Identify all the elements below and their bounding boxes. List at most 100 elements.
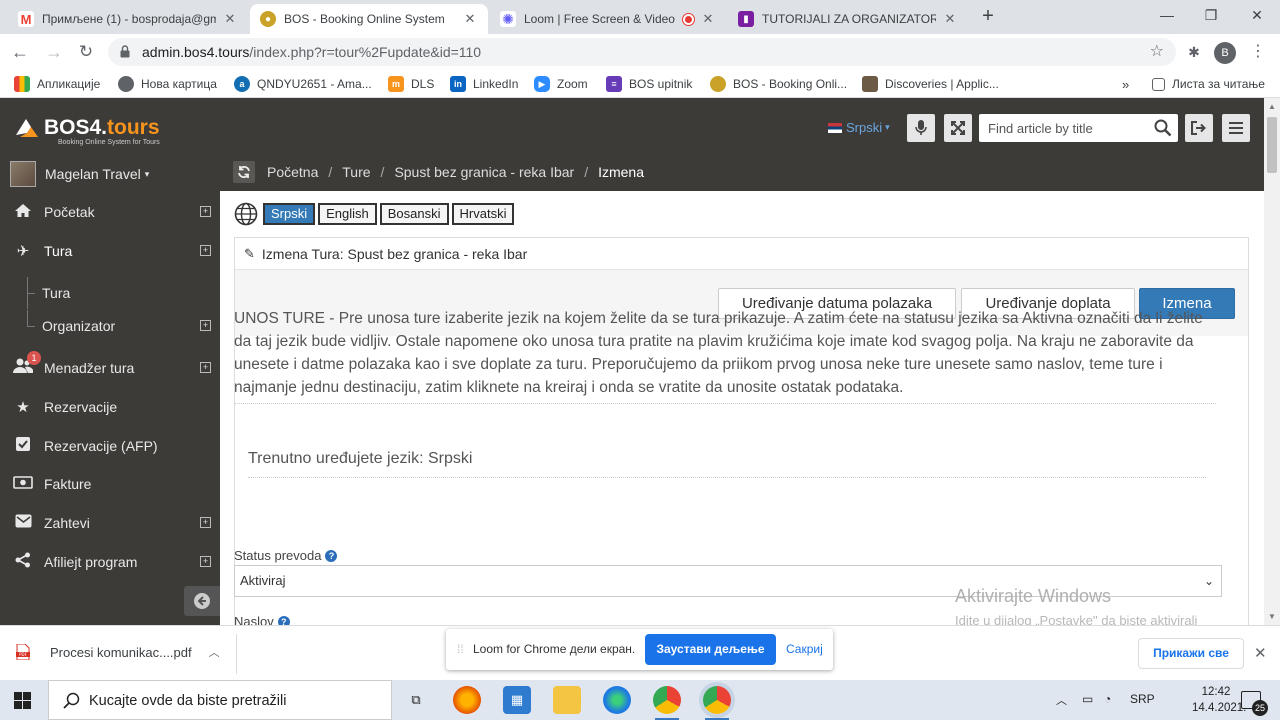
keyboard-language[interactable]: SRP (1130, 692, 1155, 706)
file-explorer-icon[interactable] (553, 686, 581, 714)
tray-chevron-up-icon[interactable]: ︿ (1056, 692, 1067, 708)
lang-button-hrvatski[interactable]: Hrvatski (451, 203, 515, 225)
expand-plus-icon[interactable]: + (200, 556, 211, 567)
restore-button[interactable]: ❐ (1188, 4, 1234, 28)
browser-tab-gmail[interactable]: M Примљене (1) - bosprodaja@gm ✕ (8, 4, 248, 34)
address-bar[interactable]: admin.bos4.tours/index.php?r=tour%2Fupda… (108, 38, 1176, 66)
sidebar-item-rezervacije-afp[interactable]: Rezervacije (AFP) (0, 427, 220, 465)
microphone-button[interactable] (907, 114, 935, 142)
search-icon[interactable] (1154, 119, 1172, 137)
logout-button[interactable] (1185, 114, 1213, 142)
wifi-icon[interactable]: ◔ (1104, 692, 1111, 706)
new-tab-button[interactable]: + (976, 5, 1000, 29)
bookmark-linkedin[interactable]: in LinkedIn (450, 75, 518, 93)
firefox-icon[interactable] (453, 686, 481, 714)
expand-plus-icon[interactable]: + (200, 206, 211, 217)
bookmark-dls[interactable]: m DLS (388, 75, 434, 93)
refresh-button[interactable] (233, 161, 255, 183)
sidebar-collapse-button[interactable] (184, 586, 220, 616)
hamburger-menu-button[interactable] (1222, 114, 1250, 142)
bookmark-discoveries[interactable]: Discoveries | Applic... (862, 75, 999, 93)
browser-tab-loom[interactable]: ✺ Loom | Free Screen & Video ✕ (490, 4, 726, 34)
bookmark-zoom[interactable]: ▶ Zoom (534, 75, 588, 93)
page-scrollbar[interactable]: ▲ ▼ (1264, 98, 1280, 625)
bookmark-bos-upitnik[interactable]: ≡ BOS upitnik (606, 75, 692, 93)
help-question-icon[interactable]: ? (325, 549, 338, 562)
bos-logo[interactable]: BOS4.tours Booking Online System for Tou… (14, 115, 160, 146)
network-icon[interactable]: ▭ (1082, 692, 1093, 706)
sidebar-item-afiliejt-program[interactable]: Afiliejt program + (0, 543, 220, 581)
forward-icon[interactable]: → (42, 40, 66, 64)
download-item[interactable]: PDF Procesi komunikac....pdf ︿ (16, 644, 220, 660)
edge-icon[interactable] (603, 686, 631, 714)
show-all-downloads-button[interactable]: Прикажи све (1138, 638, 1244, 669)
sidebar-item-zahtevi[interactable]: Zahtevi + (0, 504, 220, 542)
user-menu[interactable]: Magelan Travel ▾ (10, 161, 149, 187)
bookmark-amazon[interactable]: a QNDYU2651 - Ama... (234, 75, 372, 93)
edit-pencil-icon: ✎ (244, 245, 255, 261)
article-search[interactable] (979, 114, 1178, 142)
refresh-icon (238, 166, 250, 178)
close-tab-icon[interactable]: ✕ (700, 11, 716, 27)
taskbar-search[interactable]: Kucajte ovde da biste pretražili (48, 680, 392, 720)
bookmark-star-icon[interactable]: ☆ (1150, 41, 1164, 61)
bookmarks-overflow[interactable]: » (1122, 75, 1129, 93)
article-search-input[interactable] (979, 114, 1149, 142)
bookmark-new-tab[interactable]: Нова картица (118, 75, 217, 93)
sidebar-item-pocetak[interactable]: Početak + (0, 193, 220, 231)
chevron-up-icon[interactable]: ︿ (209, 644, 220, 660)
info-text: UNOS TURE - Pre unosa ture izaberite jez… (234, 310, 1203, 396)
expand-plus-icon[interactable]: + (200, 320, 211, 331)
help-question-icon[interactable]: ? (277, 615, 290, 625)
lang-button-english[interactable]: English (318, 203, 377, 225)
breadcrumb-ture[interactable]: Ture (342, 164, 370, 180)
hide-link[interactable]: Сакриј (786, 642, 823, 656)
back-icon[interactable]: ← (8, 40, 32, 64)
envelope-icon (13, 514, 33, 532)
bookmark-apps[interactable]: Апликације (14, 75, 100, 93)
close-tab-icon[interactable]: ✕ (942, 11, 958, 27)
sidebar-item-rezervacije[interactable]: ★ Rezervacije (0, 388, 220, 426)
expand-plus-icon[interactable]: + (200, 245, 211, 256)
reload-icon[interactable]: ↻ (74, 40, 98, 64)
sidebar-subitem-tura[interactable]: Tura (0, 277, 220, 309)
chrome-menu-icon[interactable]: ⋮ (1248, 42, 1268, 62)
breadcrumb-tour[interactable]: Spust bez granica - reka Ibar (394, 164, 574, 180)
fullscreen-button[interactable] (944, 114, 972, 142)
minimize-button[interactable]: — (1144, 4, 1190, 28)
lang-button-bosanski[interactable]: Bosanski (379, 203, 449, 225)
expand-plus-icon[interactable]: + (200, 362, 211, 373)
browser-tab-bos[interactable]: ● BOS - Booking Online System ✕ (250, 4, 488, 34)
sidebar-item-menadzer-tura[interactable]: 1 Menadžer tura + (0, 349, 220, 387)
close-tab-icon[interactable]: ✕ (462, 11, 478, 27)
scroll-down-arrow-icon[interactable]: ▼ (1268, 612, 1276, 621)
notification-center-icon[interactable]: 25 (1241, 691, 1268, 716)
language-dropdown[interactable]: Srpski ▾ (828, 120, 890, 135)
close-window-button[interactable]: ✕ (1234, 4, 1280, 28)
windows-start-icon[interactable] (14, 692, 31, 709)
breadcrumb-pocetna[interactable]: Početna (267, 164, 318, 180)
microphone-icon (915, 120, 927, 135)
expand-plus-icon[interactable]: + (200, 517, 211, 528)
chrome-icon-active[interactable] (703, 686, 731, 720)
task-view-icon[interactable]: ⧉ (402, 686, 430, 714)
scroll-up-arrow-icon[interactable]: ▲ (1268, 102, 1276, 111)
reading-list[interactable]: Листа за читање (1152, 75, 1265, 93)
profile-avatar[interactable]: B (1214, 42, 1236, 64)
stop-sharing-button[interactable]: Заустави дељење (645, 634, 776, 665)
lang-button-srpski[interactable]: Srpski (263, 203, 316, 225)
calculator-icon[interactable]: ▦ (503, 686, 531, 714)
bookmark-bos[interactable]: BOS - Booking Onli... (710, 75, 847, 93)
browser-tab-trello[interactable]: ▮ TUTORIJALI ZA ORGANIZATORE ✕ (728, 4, 968, 34)
sidebar-item-fakture[interactable]: Fakture (0, 465, 220, 503)
drag-handle-icon[interactable]: ⁞⁞ (457, 642, 464, 656)
sidebar-subitem-organizator[interactable]: Organizator + (0, 310, 220, 342)
sidebar-item-tura[interactable]: ✈ Tura + (0, 232, 220, 270)
extensions-puzzle-icon[interactable]: ✱ (1184, 42, 1204, 62)
system-clock[interactable]: 12:42 14.4.2021. (1192, 684, 1246, 716)
scrollbar-thumb[interactable] (1267, 117, 1277, 173)
close-download-bar-icon[interactable]: ✕ (1254, 644, 1267, 662)
close-tab-icon[interactable]: ✕ (222, 11, 238, 27)
chrome-icon[interactable] (653, 686, 681, 720)
loom-sharing-bar: ⁞⁞ Loom for Chrome дели екран. Заустави … (446, 629, 833, 670)
